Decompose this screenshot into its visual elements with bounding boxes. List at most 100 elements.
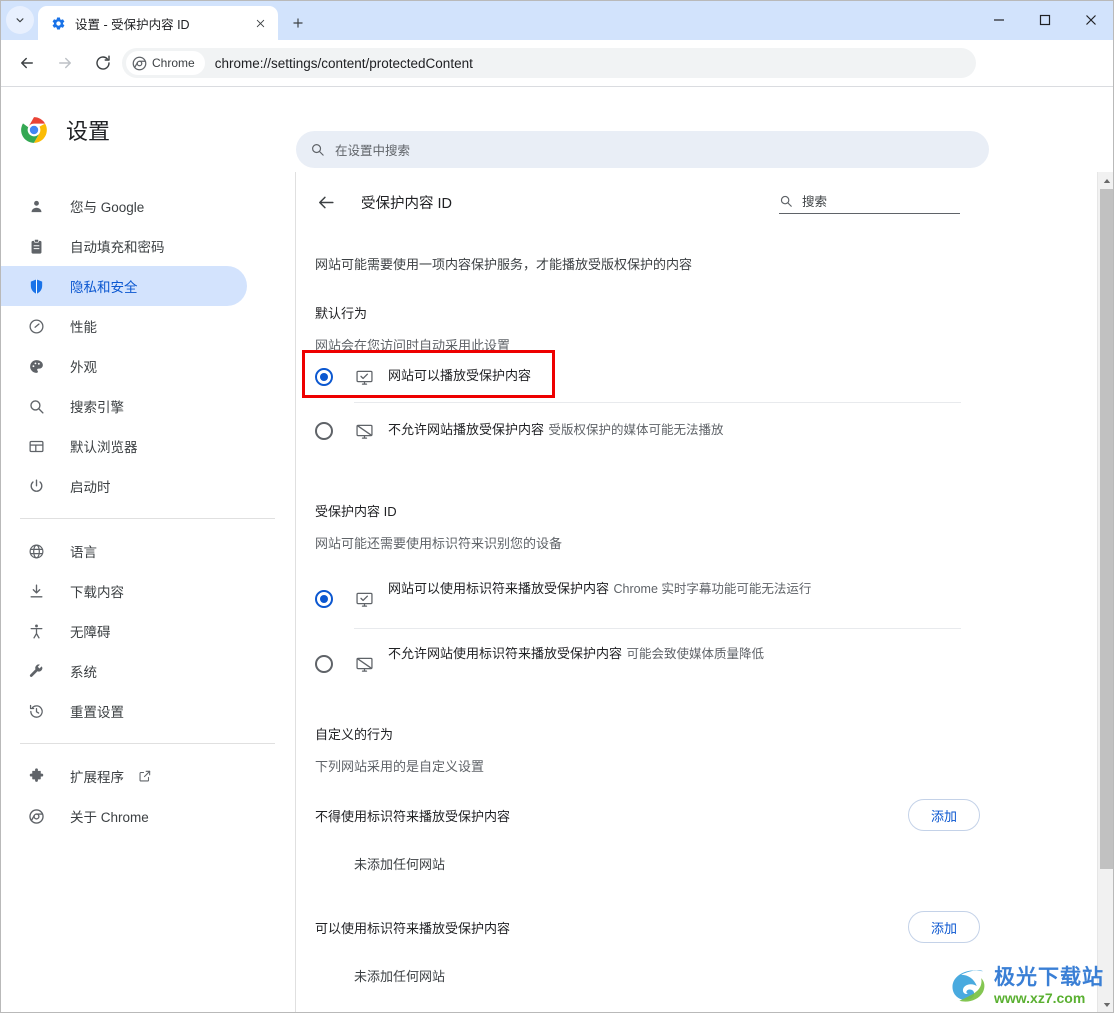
radio-indicator[interactable] (315, 590, 333, 608)
radio-indicator[interactable] (315, 422, 333, 440)
clipboard-icon (26, 236, 46, 256)
reload-icon (96, 55, 110, 70)
tab-search-button[interactable] (6, 6, 34, 34)
maximize-button[interactable] (1022, 0, 1068, 40)
monitor-blocked-icon (354, 654, 374, 674)
person-icon (26, 196, 46, 216)
sidebar-item-languages[interactable]: 语言 (0, 531, 247, 571)
wrench-icon (26, 661, 46, 681)
radio-option-block-protected-content[interactable]: 不允许网站播放受保护内容 受版权保护的媒体可能无法播放 (315, 421, 980, 441)
intro-text: 网站可能需要使用一项内容保护服务，才能播放受版权保护的内容 (315, 257, 693, 272)
settings-search-box[interactable]: 在设置中搜索 (296, 131, 989, 168)
settings-sidebar: 您与 Google 自动填充和密码 隐私和安全 性能 外观 搜索引擎 默认浏览器… (0, 172, 296, 1013)
option-divider (354, 402, 961, 403)
plus-icon (293, 18, 303, 28)
sidebar-item-search-engine[interactable]: 搜索引擎 (0, 386, 247, 426)
close-window-button[interactable] (1068, 0, 1114, 40)
tab-strip: 设置 - 受保护内容 ID (0, 0, 1114, 40)
custom-group-label: 可以使用标识符来播放受保护内容 (315, 920, 511, 936)
sidebar-item-label: 无障碍 (70, 625, 111, 640)
sidebar-item-label: 外观 (70, 360, 97, 375)
sidebar-item-label: 启动时 (70, 480, 111, 495)
custom-group-label: 不得使用标识符来播放受保护内容 (315, 808, 511, 824)
radio-option-allow-identifiers[interactable]: 网站可以使用标识符来播放受保护内容 Chrome 实时字幕功能可能无法运行 (315, 580, 980, 609)
page-scrollbar[interactable] (1097, 172, 1114, 1013)
content-page-title: 受保护内容 ID (361, 195, 453, 212)
default-behavior-heading: 默认行为 (315, 306, 368, 321)
sidebar-item-appearance[interactable]: 外观 (0, 346, 247, 386)
radio-indicator[interactable] (315, 368, 333, 386)
radio-option-sublabel: 受版权保护的媒体可能无法播放 (548, 423, 724, 437)
arrow-right-icon (59, 57, 71, 69)
speedometer-icon (26, 316, 46, 336)
radio-option-sublabel: 可能会致使媒体质量降低 (626, 647, 764, 661)
sidebar-item-autofill[interactable]: 自动填充和密码 (0, 226, 247, 266)
add-site-button[interactable]: 添加 (907, 799, 980, 831)
content-search-placeholder: 搜索 (802, 195, 828, 209)
sidebar-item-label: 搜索引擎 (70, 400, 124, 415)
radio-indicator[interactable] (315, 655, 333, 673)
scroll-up-arrow-icon[interactable] (1098, 172, 1114, 189)
sidebar-item-performance[interactable]: 性能 (0, 306, 247, 346)
protected-content-id-description: 网站可能还需要使用标识符来识别您的设备 (315, 536, 563, 551)
chrome-logo-icon (20, 116, 48, 144)
shield-icon (26, 276, 46, 296)
globe-icon (26, 541, 46, 561)
back-button[interactable] (12, 48, 42, 78)
radio-option-allow-protected-content[interactable]: 网站可以播放受保护内容 (315, 367, 980, 387)
search-icon (26, 396, 46, 416)
radio-option-label: 网站可以使用标识符来播放受保护内容 (388, 581, 610, 596)
sidebar-item-label: 重置设置 (70, 705, 124, 720)
sidebar-item-default-browser[interactable]: 默认浏览器 (0, 426, 247, 466)
sidebar-item-reset-settings[interactable]: 重置设置 (0, 691, 247, 731)
window-controls (976, 0, 1114, 40)
power-icon (26, 476, 46, 496)
radio-option-block-identifiers[interactable]: 不允许网站使用标识符来播放受保护内容 可能会致使媒体质量降低 (315, 645, 980, 674)
radio-option-label: 不允许网站播放受保护内容 (388, 422, 545, 437)
empty-sites-note: 未添加任何网站 (354, 969, 446, 984)
browser-tab[interactable]: 设置 - 受保护内容 ID (38, 6, 278, 40)
arrow-left-icon (21, 57, 33, 69)
default-behavior-description: 网站会在您访问时自动采用此设置 (315, 338, 511, 353)
monitor-blocked-icon (354, 421, 374, 441)
sidebar-item-extensions[interactable]: 扩展程序 (0, 756, 247, 796)
reload-button[interactable] (88, 48, 118, 78)
search-icon (779, 194, 793, 208)
sidebar-item-label: 关于 Chrome (70, 810, 149, 825)
external-link-icon (138, 769, 152, 783)
chrome-logo-icon (26, 806, 46, 826)
address-bar[interactable]: Chrome chrome://settings/content/protect… (122, 48, 976, 78)
tab-title: 设置 - 受保护内容 ID (75, 17, 190, 32)
minimize-button[interactable] (976, 0, 1022, 40)
sidebar-item-downloads[interactable]: 下载内容 (0, 571, 247, 611)
add-site-button[interactable]: 添加 (907, 911, 980, 943)
monitor-check-icon (354, 589, 374, 609)
search-icon (310, 142, 325, 157)
scroll-down-arrow-icon[interactable] (1098, 996, 1114, 1013)
url-text: chrome://settings/content/protectedConte… (214, 55, 473, 71)
content-search-field[interactable]: 搜索 (779, 188, 960, 214)
sidebar-item-label: 下载内容 (70, 585, 124, 600)
sidebar-item-privacy-and-security[interactable]: 隐私和安全 (0, 266, 247, 306)
chrome-origin-chip: Chrome (126, 51, 205, 75)
download-icon (26, 581, 46, 601)
sidebar-item-system[interactable]: 系统 (0, 651, 247, 691)
gear-icon (50, 15, 66, 31)
accessibility-icon (26, 621, 46, 641)
back-arrow-icon[interactable] (314, 190, 338, 214)
close-icon[interactable] (252, 15, 268, 31)
content-header: 受保护内容 ID (297, 172, 1097, 232)
new-tab-button[interactable] (283, 8, 313, 38)
sidebar-item-on-startup[interactable]: 启动时 (0, 466, 247, 506)
sidebar-item-accessibility[interactable]: 无障碍 (0, 611, 247, 651)
option-divider (354, 628, 961, 629)
chrome-logo-icon (132, 56, 147, 70)
forward-button[interactable] (50, 48, 80, 78)
sidebar-item-label: 扩展程序 (70, 770, 124, 785)
sidebar-item-label: 系统 (70, 665, 97, 680)
page-title: 设置 (66, 118, 111, 144)
scrollbar-thumb[interactable] (1100, 189, 1113, 869)
sidebar-item-label: 默认浏览器 (70, 440, 138, 455)
sidebar-item-about-chrome[interactable]: 关于 Chrome (0, 796, 247, 836)
sidebar-item-you-and-google[interactable]: 您与 Google (0, 186, 247, 226)
